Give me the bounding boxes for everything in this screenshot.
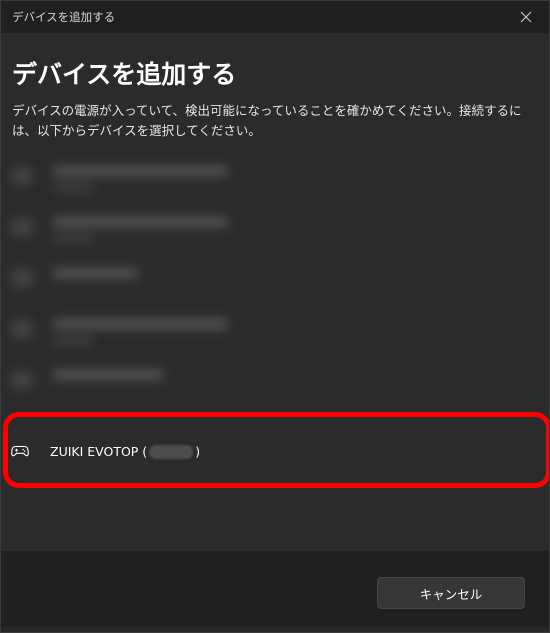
device-list [5,153,545,408]
window-title: デバイスを追加する [12,10,116,24]
add-device-dialog: デバイスを追加する デバイスを追加する デバイスの電源が入っていて、検出可能にな… [0,0,550,633]
device-item-zuiki-evotop[interactable]: ZUIKI EVOTOP ( ) [5,421,543,481]
device-name: ZUIKI EVOTOP ( ) [50,444,200,459]
list-item[interactable] [5,255,545,306]
redacted-device-name [53,267,138,279]
title-bar: デバイスを追加する [1,1,549,33]
redacted-device-status [53,234,93,243]
device-icon [11,371,33,389]
list-item[interactable] [5,357,545,408]
redacted-device-status [53,183,93,192]
bottom-edge [1,628,549,632]
close-button[interactable] [503,1,549,33]
redacted-device-name [53,318,228,330]
page-title: デバイスを追加する [12,60,237,89]
list-item[interactable] [5,204,545,255]
dialog-footer: キャンセル [1,551,549,632]
list-item[interactable] [5,153,545,204]
gamepad-icon [11,443,29,462]
list-item[interactable] [5,306,545,357]
redacted-device-name [53,165,228,177]
device-name-suffix: ) [195,444,201,459]
close-icon [520,11,532,23]
instructions-text: デバイスの電源が入っていて、検出可能になっていることを確かめてください。接続する… [12,103,522,138]
device-icon [11,320,33,338]
dialog-content: デバイスを追加する デバイスの電源が入っていて、検出可能になっていることを確かめ… [1,33,549,551]
device-name-prefix: ZUIKI EVOTOP ( [50,444,148,459]
device-icon [11,167,33,185]
cancel-button[interactable]: キャンセル [377,577,525,609]
redacted-device-id [149,444,194,459]
device-icon [11,218,33,236]
redacted-device-status [53,336,93,345]
redacted-device-name [53,216,228,228]
redacted-device-name [53,369,163,381]
device-icon [11,269,33,287]
